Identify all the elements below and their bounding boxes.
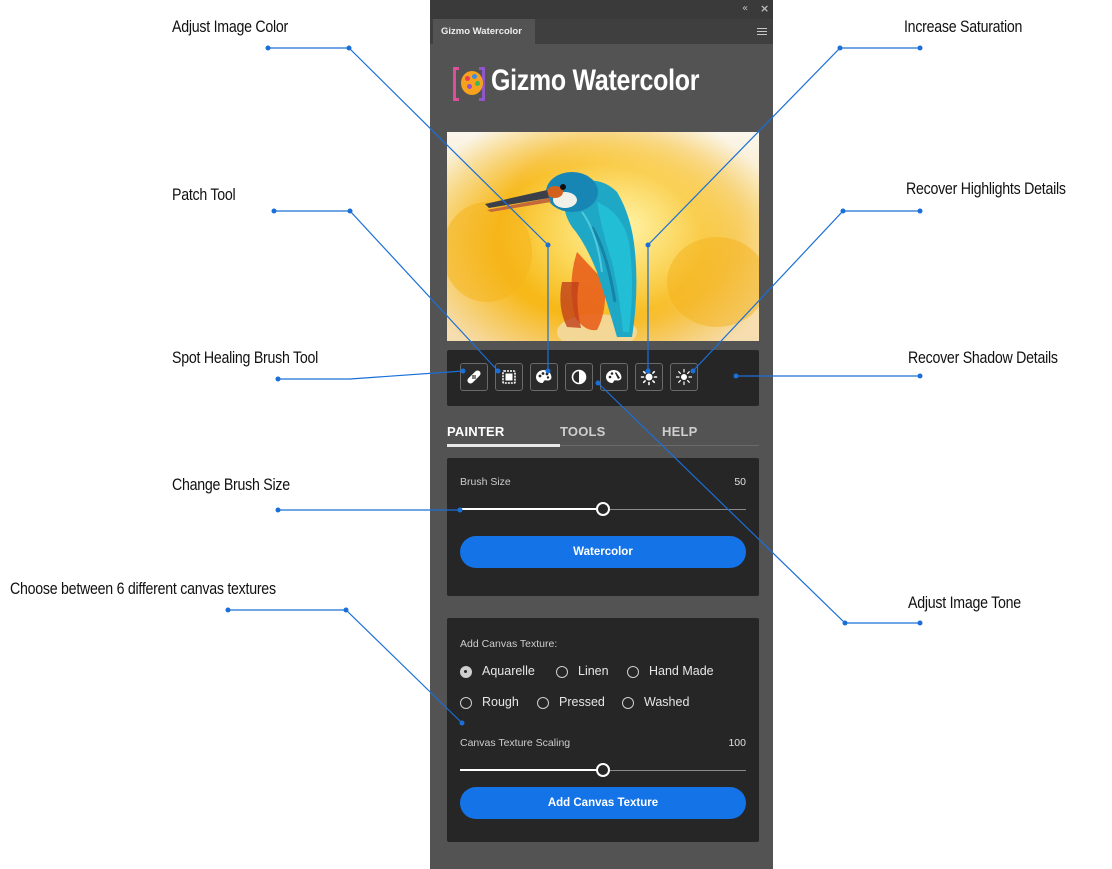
spot-healing-brush-button[interactable]: [460, 363, 488, 391]
texture-radio-row-2: Rough Pressed Washed: [460, 695, 746, 713]
tab-tools[interactable]: TOOLS: [560, 424, 606, 439]
radio-dot: [537, 697, 549, 709]
painter-card: Brush Size 50 Watercolor: [447, 458, 759, 596]
canvas-texture-scaling-value: 100: [728, 737, 746, 749]
brush-size-value: 50: [734, 476, 746, 488]
patch-tool-icon: [502, 370, 516, 384]
increase-saturation-button[interactable]: [600, 363, 628, 391]
panel-title-strip: « ×: [430, 0, 773, 19]
recover-highlights-button[interactable]: [635, 363, 663, 391]
highlights-sun-icon: [640, 368, 658, 386]
radio-dot: [460, 697, 472, 709]
palette-color-icon: [536, 370, 552, 383]
callout-change-brush-size: Change Brush Size: [172, 476, 290, 494]
kingfisher-watercolor-illustration: [447, 172, 759, 341]
canvas-texture-card: Add Canvas Texture: Aquarelle Linen Hand…: [447, 618, 759, 842]
active-tab-indicator: [447, 444, 560, 447]
canvas-texture-scaling-label: Canvas Texture Scaling: [460, 737, 571, 749]
patch-tool-button[interactable]: [495, 363, 523, 391]
callout-adjust-image-tone: Adjust Image Tone: [908, 594, 1021, 612]
scaling-fill: [460, 769, 596, 771]
brush-size-fill: [460, 508, 596, 510]
texture-radio-row-1: Aquarelle Linen Hand Made: [460, 664, 746, 682]
panel-menu-icon[interactable]: [757, 28, 767, 35]
callout-adjust-image-color: Adjust Image Color: [172, 18, 289, 36]
logo-text: Gizmo Watercolor: [491, 64, 700, 97]
panel-tab-gizmo-watercolor[interactable]: Gizmo Watercolor: [433, 19, 535, 44]
panel-tabs: PAINTER TOOLS HELP: [447, 420, 759, 448]
adjust-image-color-button[interactable]: [530, 363, 558, 391]
callout-increase-saturation: Increase Saturation: [904, 18, 1023, 36]
radio-label: Hand Made: [649, 664, 714, 678]
radio-dot: [460, 666, 472, 678]
radio-label: Pressed: [559, 695, 605, 709]
tab-help[interactable]: HELP: [662, 424, 697, 439]
palette-logo-icon: [461, 71, 483, 95]
radio-dot: [556, 666, 568, 678]
radio-dot: [622, 697, 634, 709]
close-icon[interactable]: ×: [760, 2, 769, 15]
callout-canvas-textures: Choose between 6 different canvas textur…: [10, 580, 276, 598]
scaling-thumb[interactable]: [596, 763, 610, 777]
collapse-panel-icon[interactable]: «: [742, 3, 748, 14]
contrast-tone-icon: [571, 369, 587, 385]
gizmo-watercolor-panel: « × Gizmo Watercolor Gizmo Watercolor PA…: [430, 0, 773, 869]
adjust-image-tone-button[interactable]: [565, 363, 593, 391]
shadows-sun-icon: [675, 368, 693, 386]
radio-label: Linen: [578, 664, 609, 678]
panel-tab-bar: Gizmo Watercolor: [430, 19, 773, 44]
callout-spot-healing-brush-tool: Spot Healing Brush Tool: [172, 349, 319, 367]
brush-size-label: Brush Size: [460, 476, 511, 488]
tab-painter[interactable]: PAINTER: [447, 424, 505, 439]
canvas-texture-scaling-slider[interactable]: [460, 763, 746, 779]
spot-healing-brush-icon: [467, 370, 481, 384]
callout-recover-highlights: Recover Highlights Details: [906, 180, 1066, 198]
brush-size-thumb[interactable]: [596, 502, 610, 516]
recover-shadows-button[interactable]: [670, 363, 698, 391]
brush-size-slider[interactable]: [460, 502, 746, 518]
callout-patch-tool: Patch Tool: [172, 186, 236, 204]
tool-bar: [447, 350, 759, 406]
callout-recover-shadow: Recover Shadow Details: [908, 349, 1058, 367]
radio-label: Rough: [482, 695, 519, 709]
add-canvas-texture-button[interactable]: Add Canvas Texture: [460, 787, 746, 819]
logo-mark: [453, 67, 485, 101]
saturation-palette-icon: [606, 370, 622, 383]
radio-label: Washed: [644, 695, 690, 709]
radio-dot: [627, 666, 639, 678]
watercolor-button[interactable]: Watercolor: [460, 536, 746, 568]
canvas-texture-title: Add Canvas Texture:: [460, 638, 558, 650]
preview-image: [447, 132, 759, 341]
radio-label: Aquarelle: [482, 664, 535, 678]
